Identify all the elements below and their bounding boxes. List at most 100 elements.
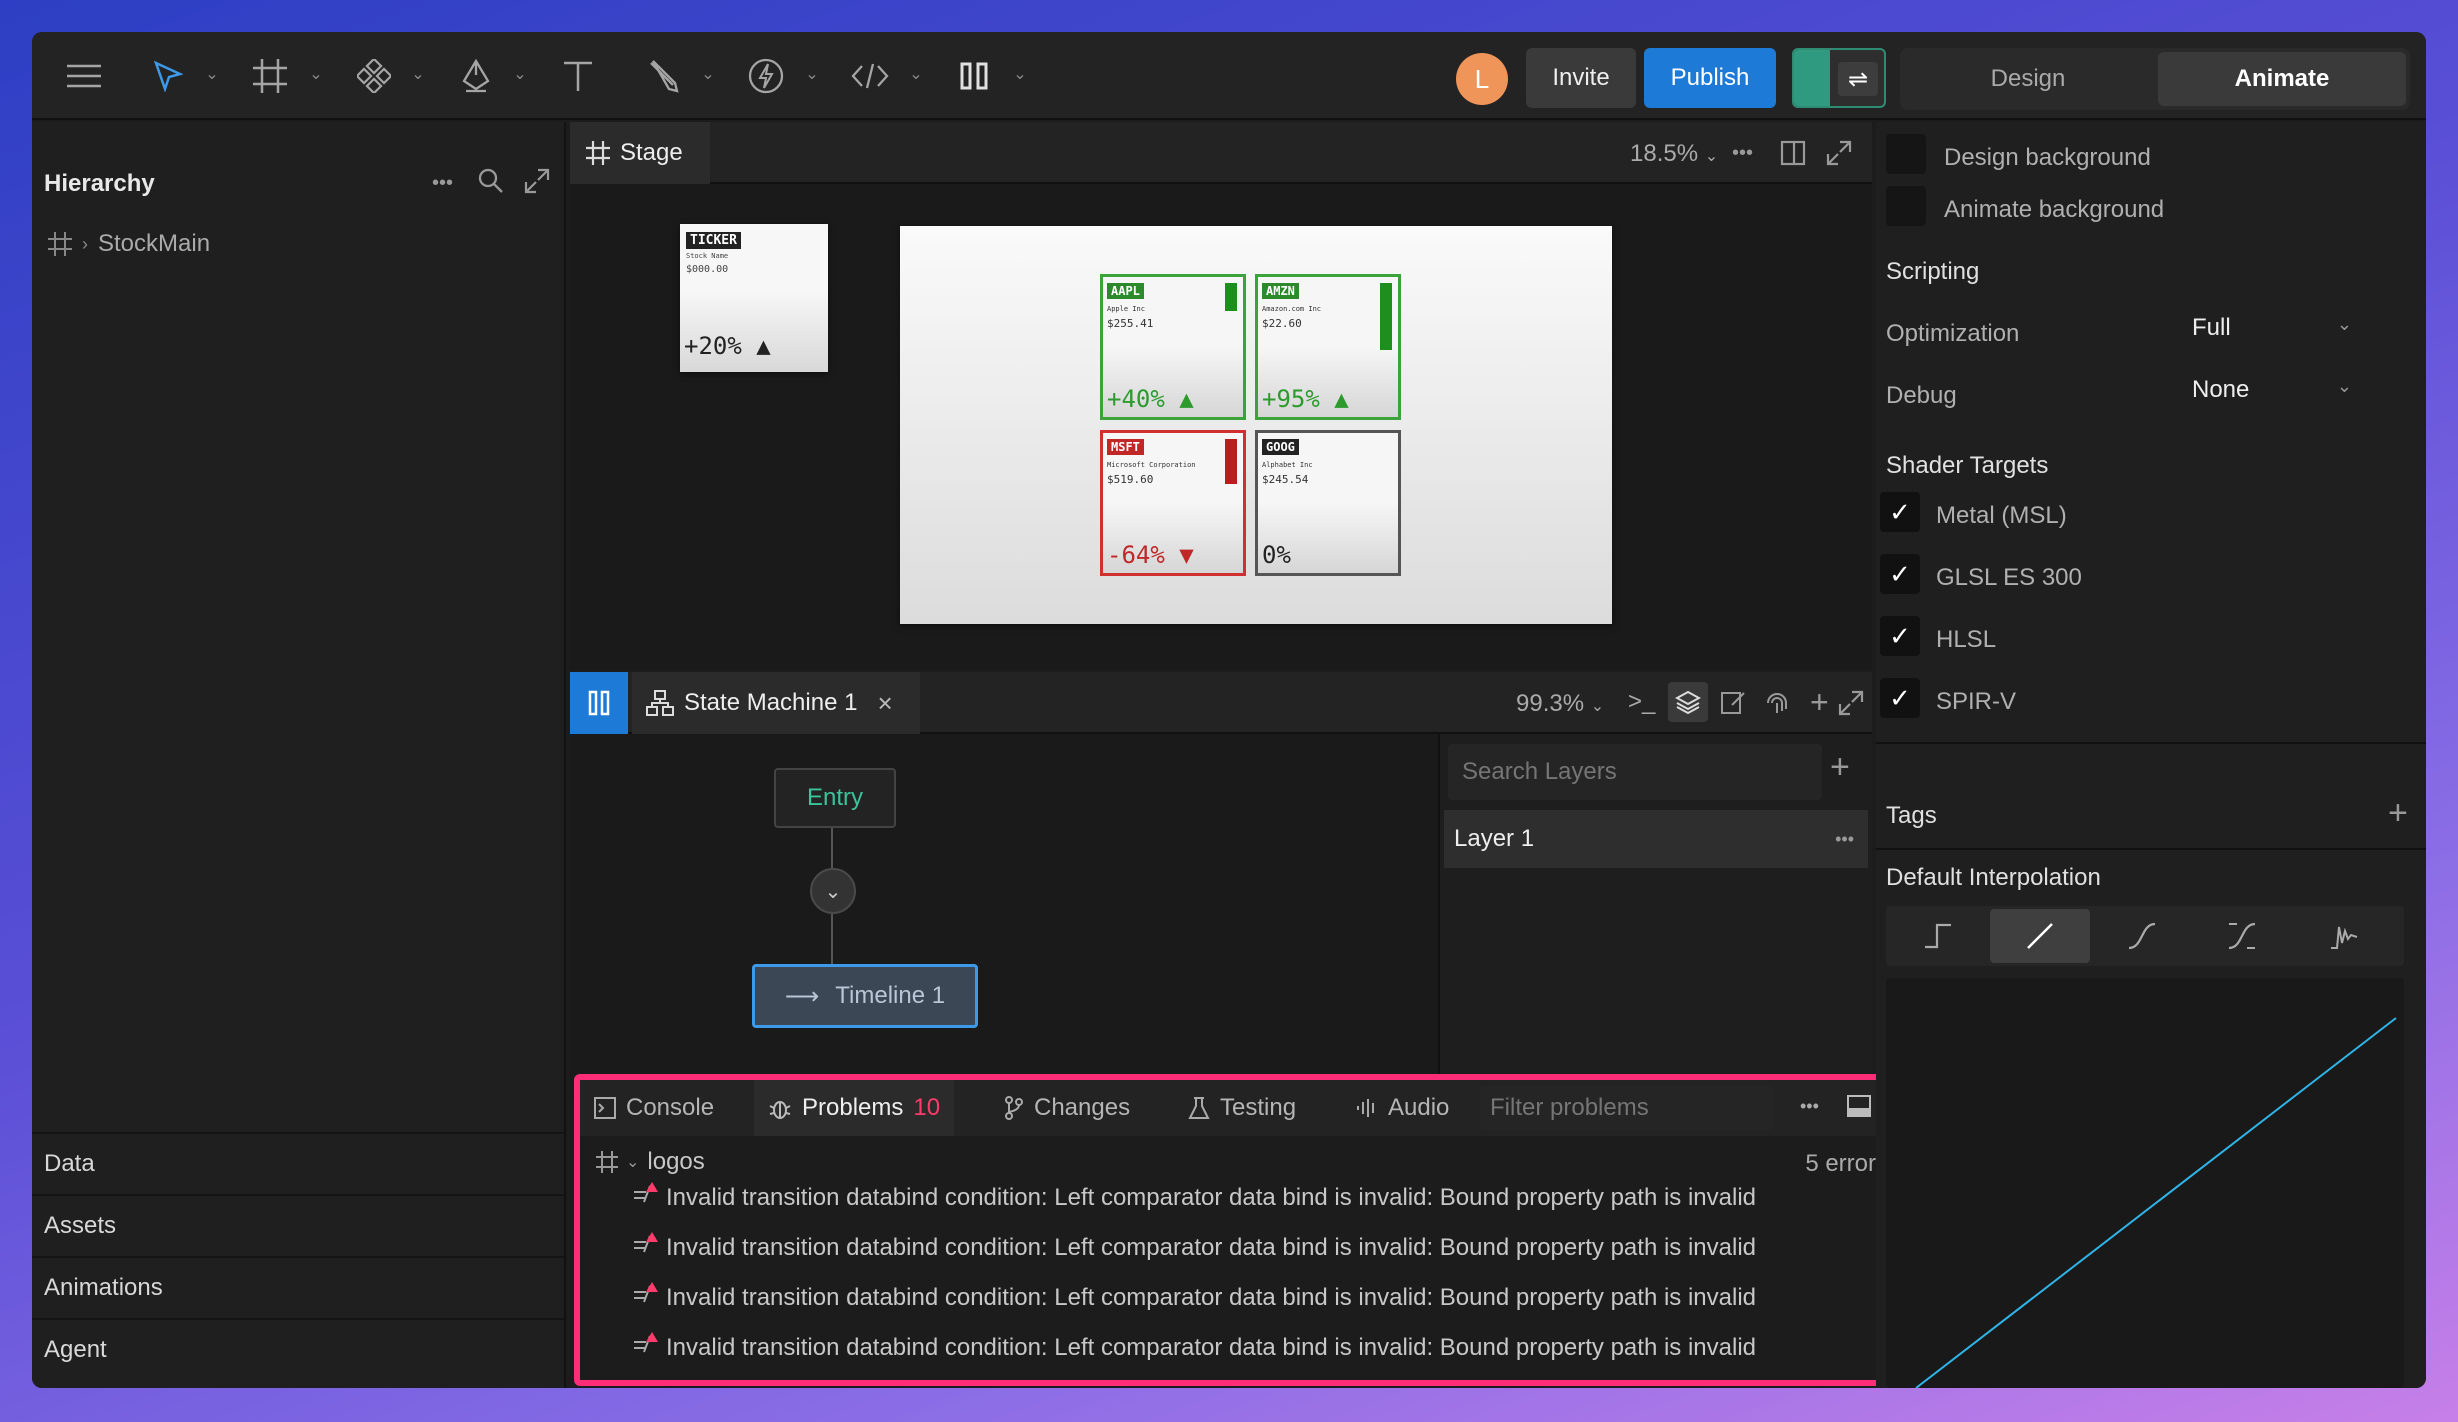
design-background-swatch[interactable] — [1886, 134, 1926, 174]
artboard-tool-icon[interactable] — [248, 54, 292, 98]
invite-button[interactable]: Invite — [1526, 48, 1636, 108]
expand-icon[interactable] — [524, 168, 550, 199]
state-machine-zoom[interactable]: 99.3% ⌄ — [1516, 690, 1604, 718]
error-row[interactable]: Invalid transition databind condition: L… — [632, 1232, 1756, 1263]
select-tool-icon[interactable] — [146, 54, 190, 98]
panel-toggle-icon[interactable] — [1846, 1094, 1872, 1123]
card-change: +40% ▲ — [1107, 385, 1194, 413]
cubic-interpolation-icon[interactable] — [2092, 909, 2192, 963]
split-view-icon[interactable] — [1780, 140, 1806, 171]
chevron-right-icon[interactable]: › — [82, 234, 88, 255]
toggle-swap-button[interactable]: ⇌ — [1792, 48, 1886, 108]
card-change: 0% — [1262, 541, 1291, 569]
state-machine-header: State Machine 1 × 99.3% ⌄ >_ + — [570, 672, 1872, 734]
tab-console[interactable]: Console — [580, 1080, 728, 1136]
bone-tool-icon[interactable] — [642, 54, 686, 98]
main-artboard[interactable]: AAPL Apple Inc $255.41 +40% ▲ AMZN Amazon.com… — [900, 226, 1612, 624]
animate-background-swatch[interactable] — [1886, 186, 1926, 226]
tab-state-machine[interactable]: State Machine 1 × — [632, 672, 920, 734]
tab-problems[interactable]: Problems 10 — [754, 1080, 955, 1136]
elastic-interpolation-icon[interactable] — [2294, 909, 2394, 963]
stock-card[interactable]: GOOG Alphabet Inc $245.54 0% — [1255, 430, 1401, 576]
tab-audio[interactable]: Audio — [1342, 1080, 1463, 1136]
more-icon[interactable]: ••• — [1732, 142, 1753, 165]
debug-select[interactable]: None ⌄ — [2192, 376, 2352, 412]
hlsl-checkbox[interactable]: ✓ — [1880, 616, 1920, 656]
component-tool-icon[interactable] — [352, 54, 396, 98]
chevron-down-icon[interactable]: ⌄ — [408, 64, 428, 84]
layers-icon[interactable] — [1668, 682, 1708, 722]
transition-error-icon — [632, 1232, 658, 1263]
events-tool-icon[interactable] — [744, 54, 788, 98]
state-graph-edges — [831, 808, 833, 976]
close-icon[interactable]: × — [877, 688, 892, 719]
text-tool-icon[interactable] — [556, 54, 600, 98]
layer-row[interactable]: Layer 1 ••• — [1444, 810, 1868, 868]
error-row[interactable]: Invalid transition databind condition: L… — [632, 1332, 1756, 1363]
fingerprint-icon[interactable] — [1764, 689, 1790, 720]
search-layers-input[interactable] — [1448, 744, 1822, 800]
chevron-down-icon[interactable]: ⌄ — [906, 64, 926, 84]
chevron-down-icon[interactable]: ⌄ — [510, 64, 530, 84]
add-layer-icon[interactable]: + — [1830, 748, 1850, 787]
section-animations[interactable]: Animations — [32, 1256, 564, 1318]
add-icon[interactable]: + — [1810, 684, 1829, 721]
tab-testing[interactable]: Testing — [1174, 1080, 1310, 1136]
stock-card[interactable]: AMZN Amazon.com Inc $22.60 +95% ▲ — [1255, 274, 1401, 420]
ticker-template-artboard[interactable]: TICKER Stock Name $000.00 +20% ▲ — [680, 224, 828, 372]
hierarchy-item-stockmain[interactable]: › StockMain — [48, 230, 210, 258]
chevron-down-icon[interactable]: ⌄ — [306, 64, 326, 84]
more-icon[interactable]: ••• — [432, 172, 453, 195]
tab-stage[interactable]: Stage — [570, 122, 710, 184]
more-icon[interactable]: ••• — [1835, 829, 1854, 850]
timeline-node[interactable]: ⟶ Timeline 1 — [752, 964, 978, 1028]
section-data[interactable]: Data — [32, 1132, 564, 1194]
chevron-down-icon[interactable]: ⌄ — [698, 64, 718, 84]
search-icon[interactable] — [478, 168, 504, 199]
layout-tool-icon[interactable] — [952, 54, 996, 98]
code-tool-icon[interactable] — [848, 54, 892, 98]
pen-tool-icon[interactable] — [454, 54, 498, 98]
user-avatar[interactable]: L — [1456, 53, 1508, 105]
chevron-down-icon[interactable]: ⌄ — [802, 64, 822, 84]
chevron-down-icon[interactable]: ⌄ — [1010, 64, 1030, 84]
problems-group-logos[interactable]: ⌄ logos — [596, 1148, 705, 1176]
card-price: $245.54 — [1262, 473, 1309, 486]
stage-zoom-value: 18.5% — [1630, 140, 1699, 167]
animate-mode-tab[interactable]: Animate — [2158, 52, 2406, 106]
mode-switcher: Design Animate — [1900, 48, 2410, 110]
stock-card[interactable]: AAPL Apple Inc $255.41 +40% ▲ — [1100, 274, 1246, 420]
section-agent[interactable]: Agent — [32, 1318, 564, 1380]
transition-chevron-icon[interactable]: ⌄ — [810, 868, 856, 914]
filter-problems-input[interactable] — [1480, 1086, 1774, 1130]
stage-zoom[interactable]: 18.5% ⌄ — [1630, 140, 1718, 168]
section-assets[interactable]: Assets — [32, 1194, 564, 1256]
hold-interpolation-icon[interactable] — [1888, 909, 1988, 963]
add-tag-icon[interactable]: + — [2388, 794, 2408, 833]
chevron-down-icon[interactable]: ⌄ — [626, 1152, 639, 1172]
expand-icon[interactable] — [1838, 690, 1864, 721]
left-sections: Data Assets Animations Agent — [32, 1132, 564, 1380]
design-mode-tab[interactable]: Design — [1904, 52, 2152, 106]
more-icon[interactable]: ••• — [1800, 1096, 1819, 1117]
custom-cubic-interpolation-icon[interactable] — [2192, 909, 2292, 963]
tab-changes[interactable]: Changes — [990, 1080, 1144, 1136]
glsl-checkbox[interactable]: ✓ — [1880, 554, 1920, 594]
spirv-checkbox[interactable]: ✓ — [1880, 678, 1920, 718]
chevron-down-icon[interactable]: ⌄ — [202, 64, 222, 84]
expand-icon[interactable] — [1826, 140, 1852, 171]
app-window: ⌄ ⌄ ⌄ ⌄ ⌄ ⌄ ⌄ ⌄ L Invite Publish ⇌ Desig… — [32, 32, 2426, 1388]
pause-icon[interactable] — [570, 672, 628, 734]
stock-card[interactable]: MSFT Microsoft Corporation $519.60 -64% ▼ — [1100, 430, 1246, 576]
publish-button[interactable]: Publish — [1644, 48, 1776, 108]
error-row[interactable]: Invalid transition databind condition: L… — [632, 1282, 1756, 1313]
edit-icon[interactable] — [1720, 689, 1746, 720]
entry-node[interactable]: Entry — [774, 768, 896, 828]
tab-state-machine-label: State Machine 1 — [684, 689, 858, 716]
error-row[interactable]: Invalid transition databind condition: L… — [632, 1182, 1756, 1213]
optimization-select[interactable]: Full ⌄ — [2192, 314, 2352, 350]
linear-interpolation-icon[interactable] — [1990, 909, 2090, 963]
menu-icon[interactable] — [62, 54, 106, 98]
console-icon[interactable]: >_ — [1628, 688, 1655, 716]
metal-checkbox[interactable]: ✓ — [1880, 492, 1920, 532]
